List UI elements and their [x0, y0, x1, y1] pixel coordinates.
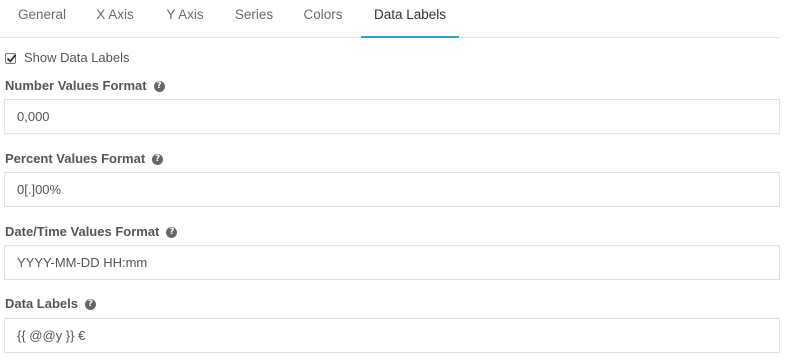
help-icon[interactable]: ?: [153, 80, 165, 92]
datetime-format-label: Date/Time Values Format ?: [5, 224, 178, 240]
tab-x-axis[interactable]: X Axis: [84, 0, 146, 38]
tab-colors[interactable]: Colors: [293, 0, 353, 38]
tab-data-labels[interactable]: Data Labels: [361, 0, 459, 38]
help-icon[interactable]: ?: [84, 298, 96, 310]
datetime-format-input[interactable]: YYYY-MM-DD HH:mm: [4, 245, 780, 280]
datetime-format-label-text: Date/Time Values Format: [5, 224, 160, 239]
number-format-label-text: Number Values Format: [5, 78, 147, 93]
percent-format-label: Percent Values Format ?: [5, 151, 164, 167]
help-icon[interactable]: ?: [166, 226, 178, 238]
data-labels-label: Data Labels ?: [5, 296, 96, 312]
data-labels-label-text: Data Labels: [5, 296, 78, 311]
tab-y-axis[interactable]: Y Axis: [154, 0, 216, 38]
tab-general[interactable]: General: [7, 0, 77, 38]
tab-series[interactable]: Series: [225, 0, 283, 38]
percent-format-input[interactable]: 0[.]00%: [4, 172, 780, 207]
number-format-input[interactable]: 0,000: [4, 99, 780, 134]
show-data-labels-row: Show Data Labels: [5, 50, 130, 66]
percent-format-label-text: Percent Values Format: [5, 151, 146, 166]
data-labels-input[interactable]: {{ @@y }} €: [4, 318, 780, 353]
number-format-label: Number Values Format ?: [5, 78, 165, 94]
tab-bar: General X Axis Y Axis Series Colors Data…: [0, 0, 780, 38]
help-icon[interactable]: ?: [152, 153, 164, 165]
checkmark-icon: [6, 53, 17, 63]
show-data-labels-checkbox[interactable]: [5, 52, 17, 64]
show-data-labels-label: Show Data Labels: [24, 50, 130, 65]
